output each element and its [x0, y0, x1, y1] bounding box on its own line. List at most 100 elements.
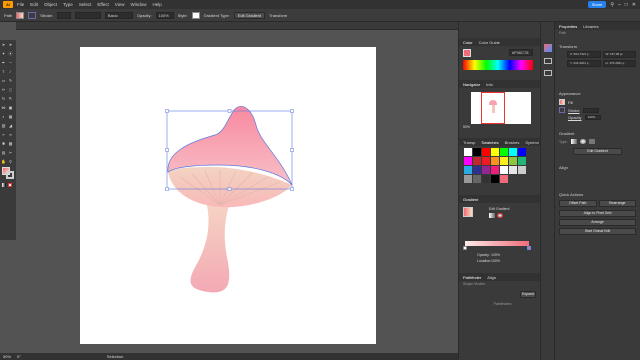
eraser-tool-icon[interactable]: ▯ [8, 87, 13, 92]
color-hex-field[interactable]: #F06C78 [509, 49, 533, 56]
brush-field[interactable]: Basic [104, 11, 133, 19]
menu-help[interactable]: Help [152, 2, 161, 7]
artboard[interactable] [80, 47, 376, 344]
gradient-preview-swatch[interactable] [463, 207, 473, 217]
swatch-chip[interactable] [500, 166, 508, 174]
curvature-tool-icon[interactable]: ∽ [8, 60, 13, 65]
paintbrush-tool-icon[interactable]: ✎ [8, 78, 13, 83]
rotate-tool-icon[interactable]: ↻ [1, 96, 6, 101]
swatch-chip[interactable] [491, 148, 499, 156]
linear-gradient-icon[interactable] [570, 139, 577, 144]
swatch-chip[interactable] [482, 157, 490, 165]
stroke-indicator[interactable] [6, 171, 14, 179]
libraries-panel-icon[interactable] [544, 58, 552, 64]
fill-swatch-props[interactable] [559, 99, 565, 105]
swatch-chip[interactable] [464, 148, 472, 156]
menu-file[interactable]: File [17, 2, 24, 7]
rotation-angle[interactable]: 0° [17, 354, 21, 359]
gradient-opacity-value[interactable]: 100% [491, 253, 500, 257]
opacity-label-props[interactable]: Opacity [568, 115, 582, 120]
pencil-tool-icon[interactable]: ✏ [1, 87, 6, 92]
search-icon[interactable]: ⚲ [610, 2, 614, 8]
swatch-chip[interactable] [500, 148, 508, 156]
tab-brushes[interactable]: Brushes [505, 140, 520, 145]
menu-window[interactable]: Window [130, 2, 146, 7]
h-field[interactable]: H: 176.3621 p [602, 60, 636, 67]
swatch-chip[interactable] [473, 166, 481, 174]
tab-transparency[interactable]: Transp [463, 140, 475, 145]
gradient-location-value[interactable]: 100% [491, 259, 500, 263]
current-tool-status[interactable]: Selection [107, 354, 123, 359]
width-tool-icon[interactable]: ⋈ [1, 105, 6, 110]
type-tool-icon[interactable]: T [1, 69, 6, 74]
menu-type[interactable]: Type [63, 2, 73, 7]
radial-gradient-icon[interactable] [579, 139, 586, 144]
none-mode-icon[interactable] [8, 183, 12, 187]
y-field[interactable]: Y: 231.6201 p [567, 60, 601, 67]
edit-gradient-button[interactable]: Edit Gradient [233, 11, 266, 19]
navigator-thumbnail[interactable] [471, 92, 531, 124]
menu-view[interactable]: View [115, 2, 125, 7]
tab-gradient[interactable]: Gradient [463, 197, 478, 202]
fill-swatch[interactable] [16, 11, 25, 19]
magic-wand-icon[interactable]: ✦ [1, 51, 6, 56]
offset-path-button[interactable]: Offset Path [559, 200, 597, 207]
tab-info[interactable]: Info [486, 82, 493, 87]
gradient-tool-icon[interactable]: ◢ [8, 123, 13, 128]
layers-panel-icon[interactable] [544, 70, 552, 76]
swatch-chip[interactable] [473, 175, 481, 183]
swatch-chip[interactable] [482, 166, 490, 174]
gradient-type-linear-icon[interactable] [489, 213, 495, 218]
swatch-chip[interactable] [491, 175, 499, 183]
align-pixel-grid-button[interactable]: Align to Pixel Grid [559, 210, 636, 217]
gradient-mode-icon[interactable] [2, 183, 6, 187]
swatch-chip[interactable] [473, 148, 481, 156]
close-icon[interactable]: ✕ [632, 2, 636, 8]
swatch-chip[interactable] [518, 166, 526, 174]
swatch-chip[interactable] [482, 175, 490, 183]
share-button[interactable]: Share [587, 1, 607, 8]
swatch-chip[interactable] [464, 175, 472, 183]
perspective-grid-icon[interactable]: ▦ [8, 114, 13, 119]
zoom-tool-icon[interactable]: ⚲ [8, 159, 13, 164]
tab-align[interactable]: Align [487, 275, 496, 280]
swatch-chip[interactable] [500, 157, 508, 165]
edit-gradient-props-button[interactable]: Edit Gradient [573, 148, 622, 155]
navigator-zoom[interactable]: 50% [463, 125, 470, 129]
swatch-chip[interactable] [491, 166, 499, 174]
fill-stroke-indicator[interactable] [2, 167, 14, 179]
rectangle-tool-icon[interactable]: ▭ [1, 78, 6, 83]
rearrange-button[interactable]: Rearrange [598, 200, 636, 207]
stroke-swatch[interactable] [28, 11, 37, 19]
tab-libraries[interactable]: Libraries [583, 24, 598, 29]
tab-color-guide[interactable]: Color Guide [479, 40, 500, 45]
menu-object[interactable]: Object [44, 2, 57, 7]
minimize-icon[interactable]: – [618, 2, 621, 8]
swatch-chip[interactable] [509, 157, 517, 165]
gradient-type-radial-icon[interactable] [497, 213, 503, 218]
mushroom-stem[interactable] [190, 197, 232, 293]
opacity-field[interactable]: 100% [155, 11, 174, 19]
freeform-gradient-icon[interactable] [588, 139, 595, 144]
lasso-tool-icon[interactable]: ⦿ [8, 51, 13, 56]
gradient-slider[interactable] [465, 241, 529, 246]
zoom-level[interactable]: 50% [3, 354, 11, 359]
swatch-chip[interactable] [473, 157, 481, 165]
stroke-label-props[interactable]: Stroke [568, 108, 580, 113]
swatch-chip[interactable] [509, 166, 517, 174]
slice-tool-icon[interactable]: ✂ [8, 150, 13, 155]
direct-selection-tool-icon[interactable]: ➤ [8, 42, 13, 47]
tab-navigator[interactable]: Navigator [463, 82, 480, 87]
swatch-chip[interactable] [518, 157, 526, 165]
scale-tool-icon[interactable]: ⇱ [8, 96, 13, 101]
opacity-field-props[interactable]: 100% [584, 115, 601, 120]
tab-properties[interactable]: Properties [559, 24, 577, 29]
x-field[interactable]: X: 504.7321 p [567, 51, 601, 58]
menu-select[interactable]: Select [79, 2, 92, 7]
swatch-chip[interactable] [500, 175, 508, 183]
swatch-chip[interactable] [464, 157, 472, 165]
color-panel-icon[interactable] [544, 44, 552, 52]
start-global-edit-button[interactable]: Start Global Edit [559, 228, 636, 235]
style-swatch[interactable] [191, 11, 200, 19]
selection-tool-icon[interactable]: ➤ [1, 42, 6, 47]
